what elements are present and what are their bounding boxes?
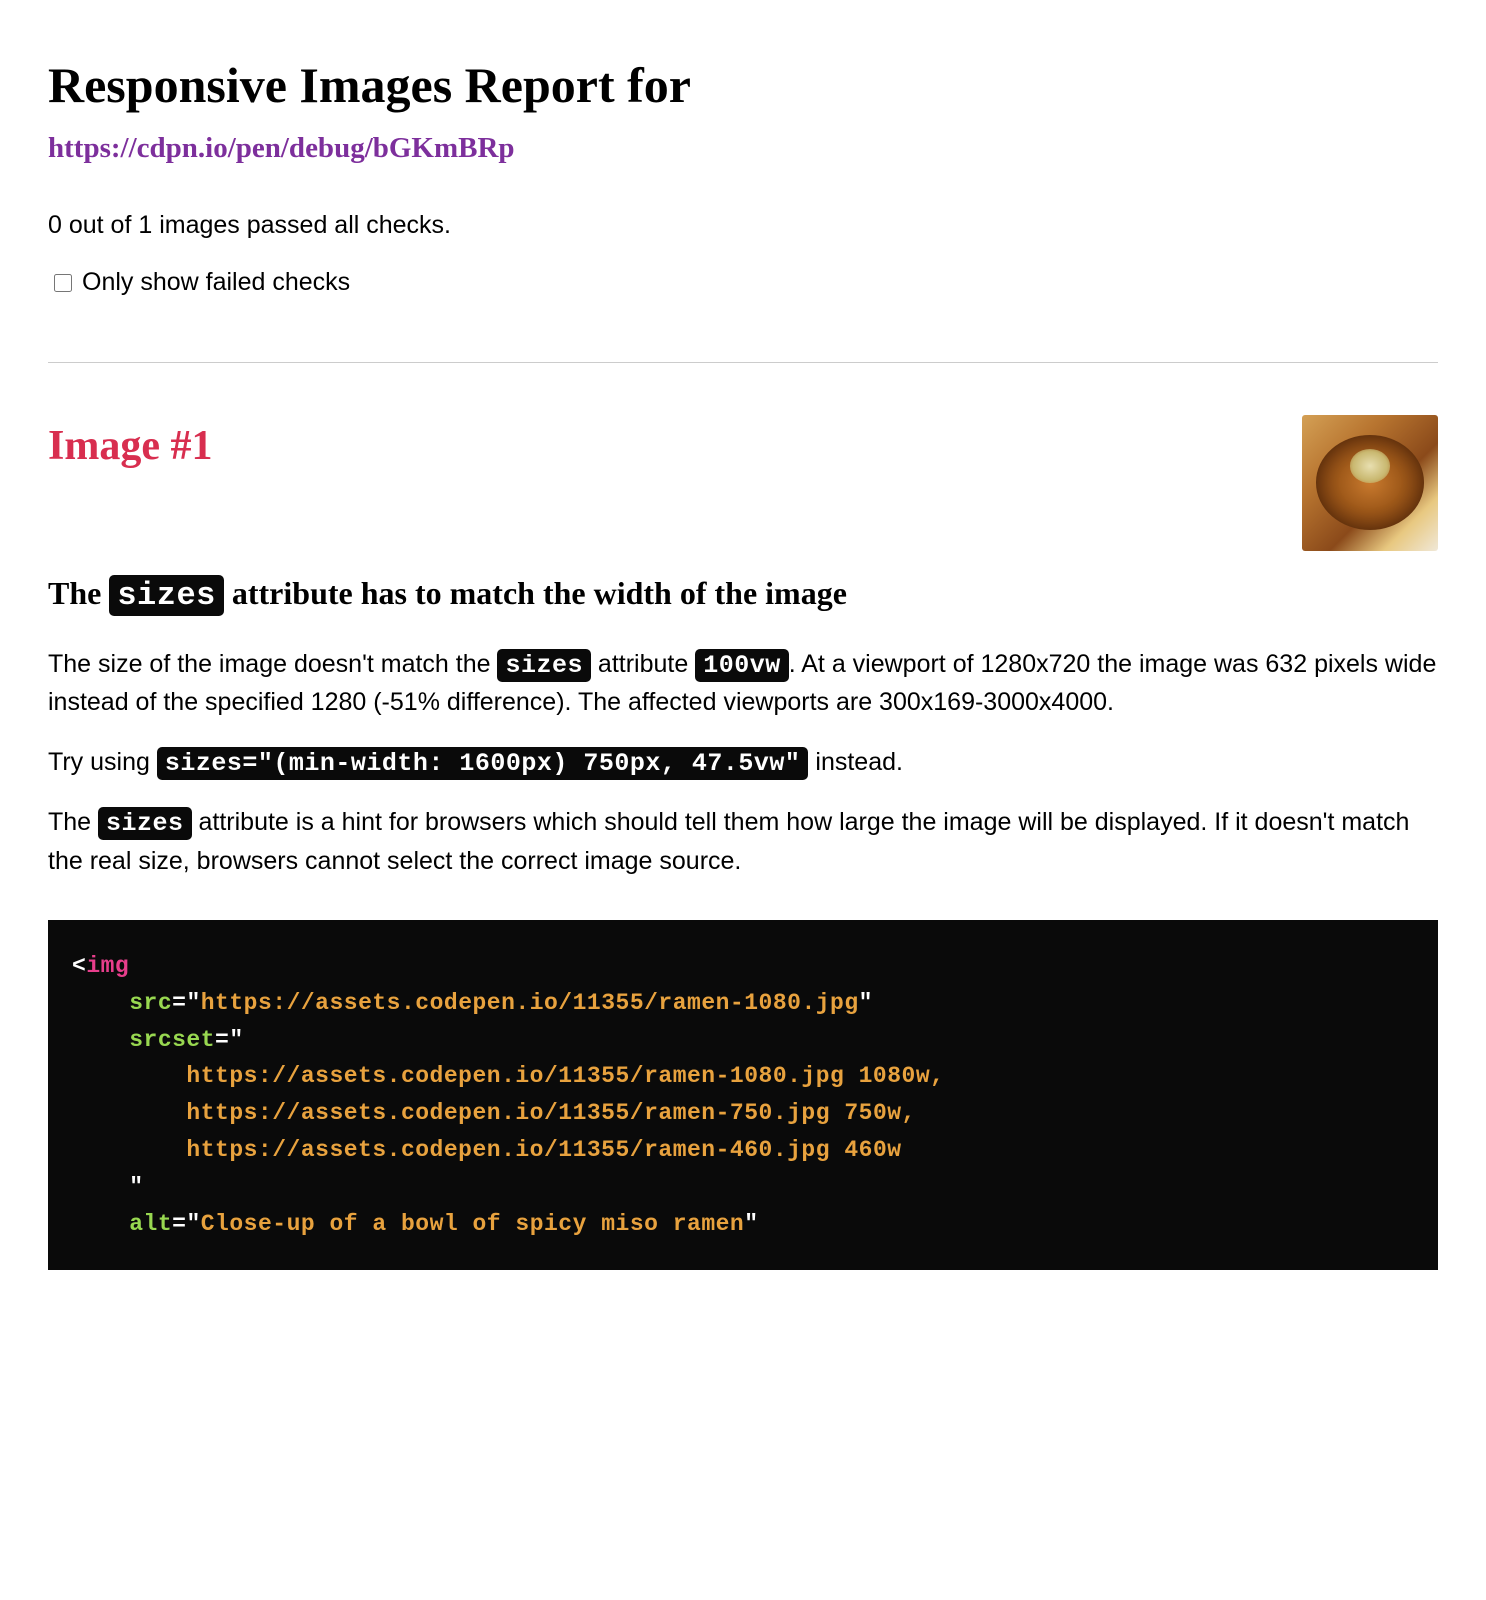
summary-text: 0 out of 1 images passed all checks.	[48, 207, 1438, 245]
viewport-code-inline: 100vw	[695, 649, 789, 682]
para2-b: instead.	[808, 748, 903, 776]
image-heading: Image #1	[48, 415, 212, 478]
page-title: Responsive Images Report for	[48, 48, 1438, 123]
para3-a: The	[48, 808, 98, 836]
srcset-url-1: https://assets.codepen.io/11355/ramen-10…	[186, 1063, 844, 1089]
subheading-post: attribute has to match the width of the …	[224, 575, 847, 611]
suggested-sizes-code: sizes="(min-width: 1600px) 750px, 47.5vw…	[157, 747, 809, 780]
image-section-header: Image #1	[48, 415, 1438, 551]
sizes-code-inline-2: sizes	[497, 649, 591, 682]
srcset-w-2: 750w,	[830, 1100, 916, 1126]
report-url-link[interactable]: https://cdpn.io/pen/debug/bGKmBRp	[48, 127, 1438, 171]
code-snippet: <img src="https://assets.codepen.io/1135…	[48, 920, 1438, 1270]
image-thumbnail	[1302, 415, 1438, 551]
alt-value: Close-up of a bowl of spicy miso ramen	[201, 1211, 745, 1237]
explanation-para-1: The size of the image doesn't match the …	[48, 646, 1438, 722]
divider	[48, 362, 1438, 363]
para2-a: Try using	[48, 748, 157, 776]
check-subheading: The sizes attribute has to match the wid…	[48, 569, 1438, 620]
para3-b: attribute is a hint for browsers which s…	[48, 808, 1409, 875]
explanation-para-3: The sizes attribute is a hint for browse…	[48, 804, 1438, 880]
sizes-code-inline-3: sizes	[98, 807, 192, 840]
srcset-attr: srcset	[129, 1027, 215, 1053]
para1-b: attribute	[591, 650, 695, 678]
src-attr: src	[129, 990, 172, 1016]
explanation-para-2: Try using sizes="(min-width: 1600px) 750…	[48, 744, 1438, 783]
srcset-url-2: https://assets.codepen.io/11355/ramen-75…	[186, 1100, 830, 1126]
sizes-code-inline: sizes	[109, 575, 224, 616]
alt-attr: alt	[129, 1211, 172, 1237]
src-value: https://assets.codepen.io/11355/ramen-10…	[201, 990, 859, 1016]
srcset-url-3: https://assets.codepen.io/11355/ramen-46…	[186, 1137, 830, 1163]
srcset-w-1: 1080w,	[844, 1063, 944, 1089]
para1-a: The size of the image doesn't match the	[48, 650, 497, 678]
only-failed-label[interactable]: Only show failed checks	[82, 264, 350, 302]
only-failed-checkbox[interactable]	[54, 274, 72, 292]
srcset-w-3: 460w	[830, 1137, 902, 1163]
filter-checkbox-row: Only show failed checks	[48, 264, 1438, 302]
img-tag: img	[86, 953, 129, 979]
subheading-pre: The	[48, 575, 109, 611]
